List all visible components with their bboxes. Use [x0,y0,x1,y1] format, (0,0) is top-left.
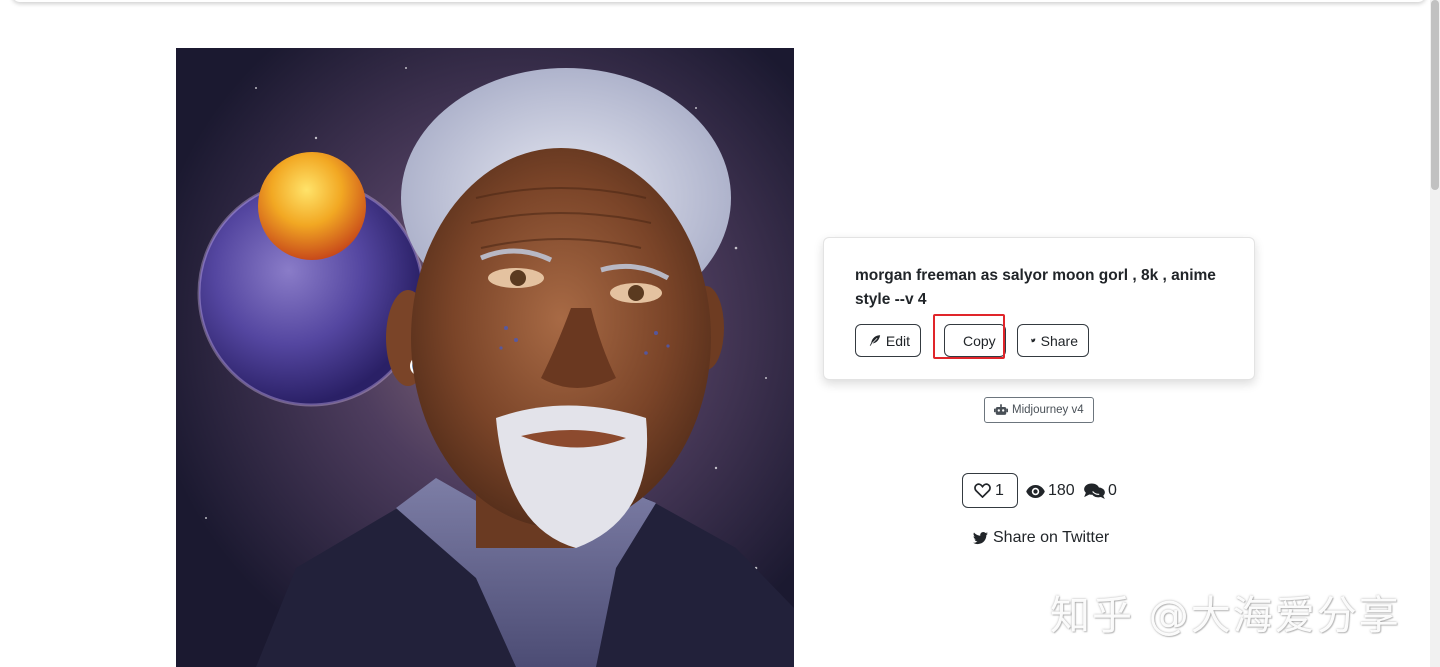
share-on-twitter-link[interactable]: Share on Twitter [973,527,1109,549]
comments-icon [1084,483,1105,499]
edit-button[interactable]: Edit [855,324,921,357]
twitter-icon [973,531,988,544]
top-navbar [12,0,1426,2]
views-count: 180 [1048,482,1075,499]
robot-icon [994,404,1008,415]
page-scrollbar[interactable] [1430,0,1440,667]
prompt-text: morgan freeman as salyor moon gorl , 8k … [855,267,1216,308]
comments-stat: 0 [1084,480,1117,502]
share-button-label: Share [1040,332,1078,349]
feather-icon [869,335,881,346]
comments-count: 0 [1108,482,1117,499]
share-button[interactable]: Share [1017,324,1089,357]
edit-button-label: Edit [885,332,910,349]
scrollbar-thumb[interactable] [1431,0,1439,190]
twitter-icon [1031,338,1036,343]
share-on-twitter-label: Share on Twitter [993,529,1110,546]
model-badge[interactable]: Midjourney v4 [984,397,1094,423]
like-count: 1 [995,481,1004,499]
like-button[interactable]: 1 [962,473,1018,508]
prompt-card: morgan freeman as salyor moon gorl , 8k … [823,237,1255,380]
eye-icon [1026,484,1045,498]
copy-highlight-annotation [933,314,1005,359]
generated-artwork-image [176,48,794,667]
views-stat: 180 [1026,480,1075,502]
model-badge-label: Midjourney v4 [1012,404,1084,416]
heart-icon [974,483,991,498]
zhihu-watermark: 知乎 @大海爱分享 [1050,593,1401,639]
artwork-illustration [176,48,794,667]
